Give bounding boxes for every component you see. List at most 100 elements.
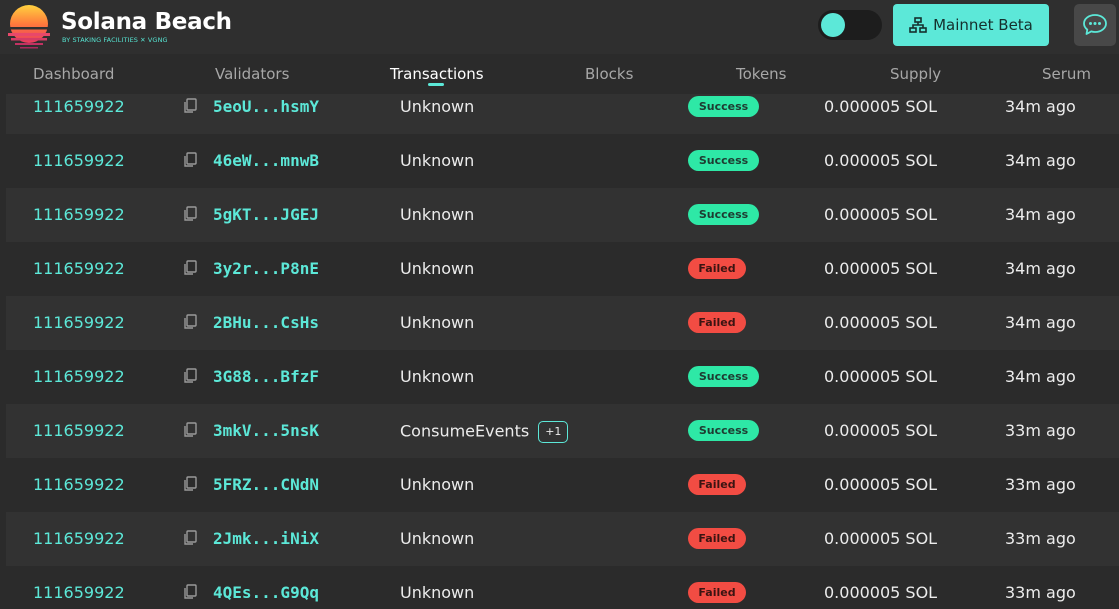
- transaction-row[interactable]: 111659922 5eoU...hsmY Unknown Success 0.0000…: [6, 94, 1119, 134]
- theme-toggle[interactable]: [818, 10, 882, 40]
- block-link[interactable]: 111659922: [33, 421, 125, 440]
- instruction-type-label: Unknown: [400, 97, 475, 116]
- nav-tokens[interactable]: Tokens: [736, 65, 787, 83]
- instruction-type: Unknown: [400, 259, 474, 278]
- network-icon: [909, 17, 927, 33]
- fee-value: 0.000005 SOL: [824, 97, 938, 116]
- transaction-row[interactable]: 111659922 3y2r...P8nE Unknown Failed 0.00000…: [6, 242, 1119, 296]
- chat-button[interactable]: [1074, 4, 1116, 46]
- instruction-type-label: Unknown: [400, 529, 475, 548]
- copy-icon[interactable]: [182, 476, 198, 492]
- timestamp: 33m ago: [1005, 583, 1076, 602]
- copy-icon[interactable]: [182, 98, 198, 114]
- extra-instructions-badge[interactable]: +1: [538, 421, 569, 443]
- instruction-type-label: Unknown: [400, 205, 475, 224]
- transaction-row[interactable]: 111659922 2Jmk...iNiX Unknown Failed 0.00000…: [6, 512, 1119, 566]
- fee-value: 0.000005 SOL: [824, 421, 938, 440]
- signature-link[interactable]: 4QEs...G9Qq: [213, 583, 319, 602]
- timestamp: 34m ago: [1005, 97, 1076, 116]
- signature-link[interactable]: 5FRZ...CNdN: [213, 475, 319, 494]
- instruction-type: Unknown: [400, 151, 474, 170]
- status-badge: Failed: [688, 528, 746, 549]
- nav-supply[interactable]: Supply: [890, 65, 941, 83]
- instruction-type: Unknown: [400, 367, 474, 386]
- timestamp: 33m ago: [1005, 475, 1076, 494]
- transaction-row[interactable]: 111659922 2BHu...CsHs Unknown Failed 0.00000…: [6, 296, 1119, 350]
- active-tab-indicator: [428, 83, 444, 86]
- timestamp: 33m ago: [1005, 529, 1076, 548]
- copy-icon[interactable]: [182, 152, 198, 168]
- signature-link[interactable]: 3mkV...5nsK: [213, 421, 319, 440]
- copy-icon[interactable]: [182, 530, 198, 546]
- nav-serum[interactable]: Serum: [1042, 65, 1091, 83]
- transaction-row[interactable]: 111659922 46eW...mnwB Unknown Success 0.0000…: [6, 134, 1119, 188]
- block-link[interactable]: 111659922: [33, 529, 125, 548]
- transaction-row[interactable]: 111659922 3G88...BfzF Unknown Success 0.0000…: [6, 350, 1119, 404]
- block-link[interactable]: 111659922: [33, 151, 125, 170]
- instruction-type: Unknown: [400, 583, 474, 602]
- transaction-row[interactable]: 111659922 3mkV...5nsK ConsumeEvents +1 Succe…: [6, 404, 1119, 458]
- instruction-type: Unknown: [400, 97, 474, 116]
- block-link[interactable]: 111659922: [33, 475, 125, 494]
- timestamp: 34m ago: [1005, 259, 1076, 278]
- block-link[interactable]: 111659922: [33, 367, 125, 386]
- transactions-table: 111659922 5eoU...hsmY Unknown Success 0.0000…: [6, 94, 1119, 609]
- signature-link[interactable]: 46eW...mnwB: [213, 151, 319, 170]
- nav-validators[interactable]: Validators: [215, 65, 289, 83]
- signature-link[interactable]: 3G88...BfzF: [213, 367, 319, 386]
- nav-dashboard[interactable]: Dashboard: [33, 65, 114, 83]
- block-link[interactable]: 111659922: [33, 205, 125, 224]
- network-selector-button[interactable]: Mainnet Beta: [893, 4, 1049, 46]
- timestamp: 34m ago: [1005, 313, 1076, 332]
- instruction-type: ConsumeEvents +1: [400, 421, 569, 443]
- copy-icon[interactable]: [182, 314, 198, 330]
- instruction-type: Unknown: [400, 205, 474, 224]
- nav-blocks[interactable]: Blocks: [585, 65, 633, 83]
- signature-link[interactable]: 2BHu...CsHs: [213, 313, 319, 332]
- timestamp: 34m ago: [1005, 367, 1076, 386]
- status-badge: Success: [688, 420, 759, 441]
- copy-icon[interactable]: [182, 260, 198, 276]
- nav-transactions[interactable]: Transactions: [390, 65, 484, 83]
- status-badge: Failed: [688, 312, 746, 333]
- timestamp: 33m ago: [1005, 421, 1076, 440]
- instruction-type-label: Unknown: [400, 475, 475, 494]
- chat-icon: [1083, 14, 1107, 35]
- app-header: Solana Beach BY STAKING FACILITIES ✕ VGN…: [0, 0, 1119, 54]
- block-link[interactable]: 111659922: [33, 259, 125, 278]
- status-badge: Success: [688, 204, 759, 225]
- fee-value: 0.000005 SOL: [824, 205, 938, 224]
- toggle-knob: [821, 13, 845, 37]
- solana-beach-logo-icon[interactable]: [6, 4, 52, 50]
- fee-value: 0.000005 SOL: [824, 529, 938, 548]
- instruction-type-label: Unknown: [400, 583, 475, 602]
- instruction-type-label: Unknown: [400, 367, 475, 386]
- network-label: Mainnet Beta: [933, 16, 1033, 34]
- transaction-row[interactable]: 111659922 4QEs...G9Qq Unknown Failed 0.00000…: [6, 566, 1119, 609]
- fee-value: 0.000005 SOL: [824, 367, 938, 386]
- main-nav: Dashboard Validators Transactions Blocks…: [0, 54, 1119, 94]
- signature-link[interactable]: 5gKT...JGEJ: [213, 205, 319, 224]
- copy-icon[interactable]: [182, 206, 198, 222]
- fee-value: 0.000005 SOL: [824, 259, 938, 278]
- transaction-row[interactable]: 111659922 5FRZ...CNdN Unknown Failed 0.00000…: [6, 458, 1119, 512]
- copy-icon[interactable]: [182, 368, 198, 384]
- instruction-type-label: Unknown: [400, 259, 475, 278]
- block-link[interactable]: 111659922: [33, 313, 125, 332]
- copy-icon[interactable]: [182, 422, 198, 438]
- brand-title[interactable]: Solana Beach: [61, 9, 232, 35]
- fee-value: 0.000005 SOL: [824, 313, 938, 332]
- signature-link[interactable]: 5eoU...hsmY: [213, 97, 319, 116]
- status-badge: Failed: [688, 582, 746, 603]
- fee-value: 0.000005 SOL: [824, 583, 938, 602]
- instruction-type: Unknown: [400, 529, 474, 548]
- instruction-type-label: Unknown: [400, 151, 475, 170]
- block-link[interactable]: 111659922: [33, 583, 125, 602]
- transaction-row[interactable]: 111659922 5gKT...JGEJ Unknown Success 0.0000…: [6, 188, 1119, 242]
- signature-link[interactable]: 2Jmk...iNiX: [213, 529, 319, 548]
- timestamp: 34m ago: [1005, 205, 1076, 224]
- status-badge: Success: [688, 366, 759, 387]
- signature-link[interactable]: 3y2r...P8nE: [213, 259, 319, 278]
- copy-icon[interactable]: [182, 584, 198, 600]
- block-link[interactable]: 111659922: [33, 97, 125, 116]
